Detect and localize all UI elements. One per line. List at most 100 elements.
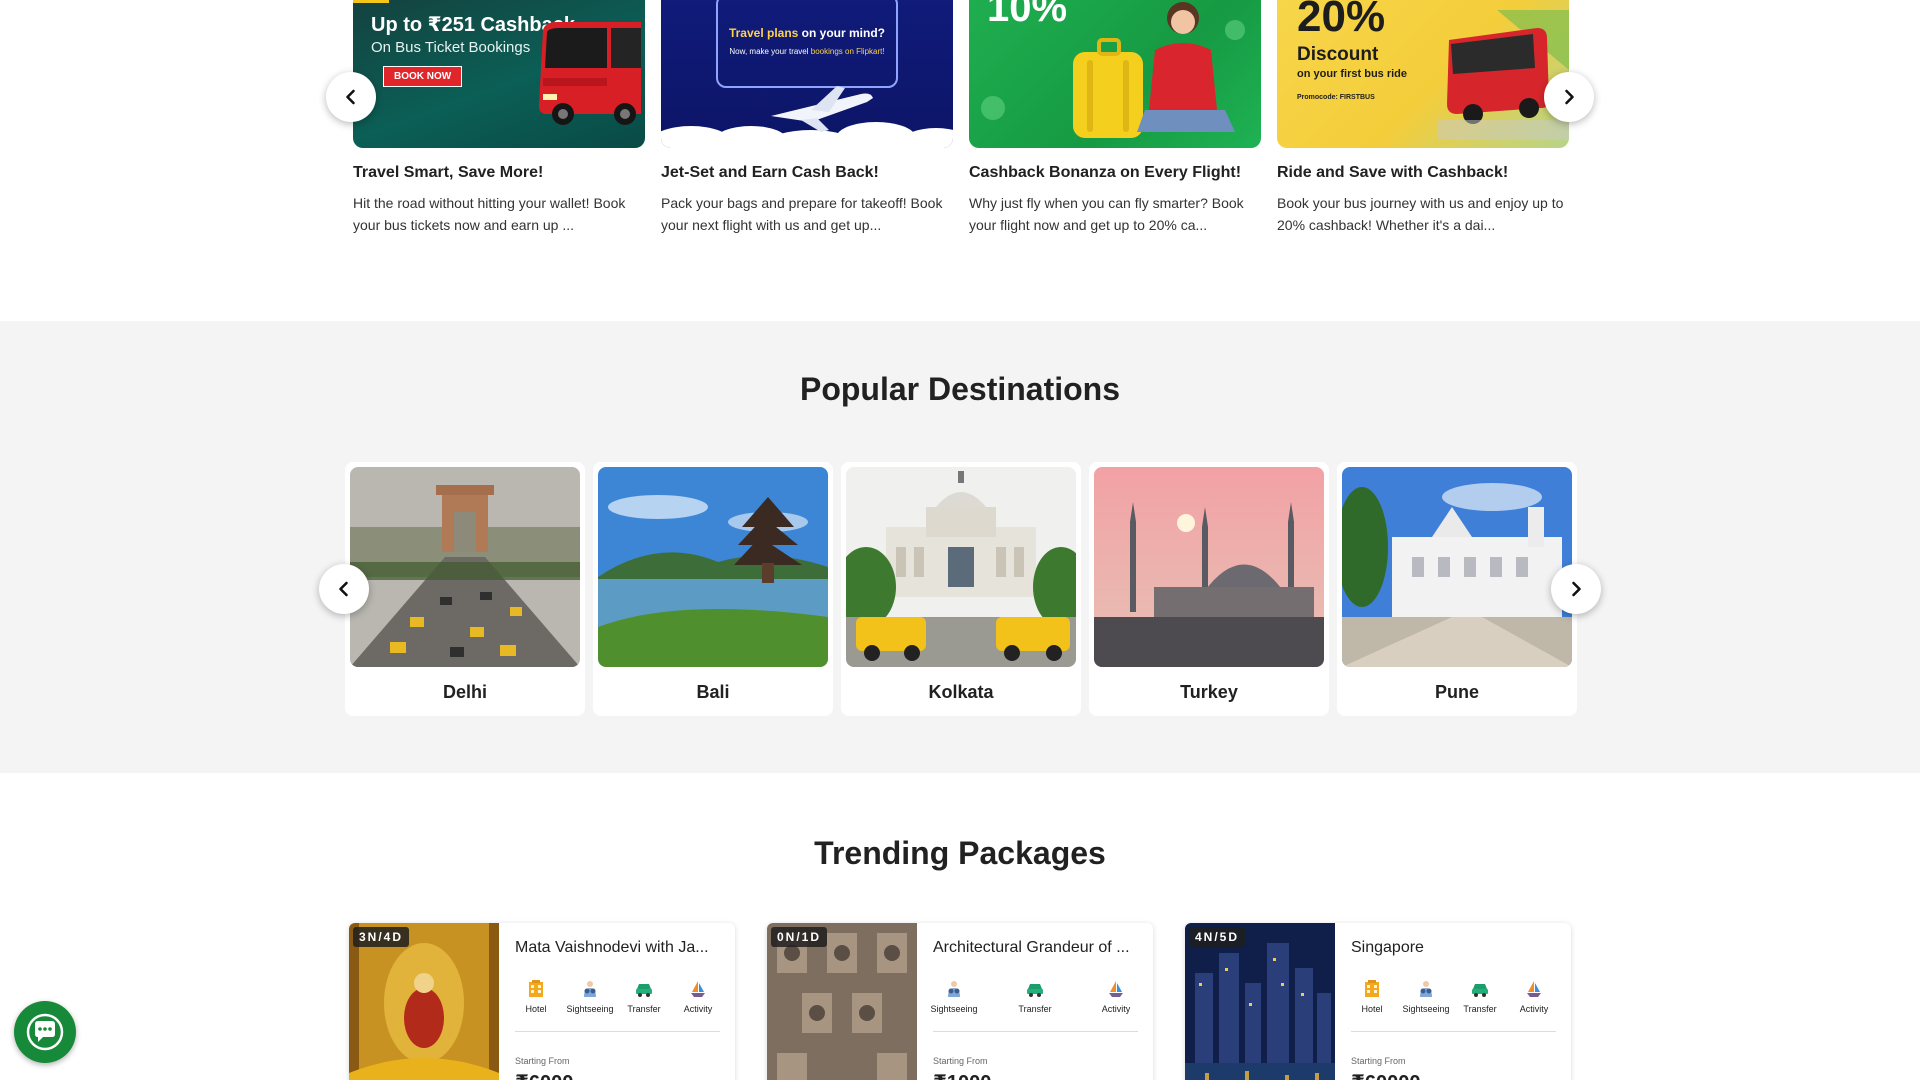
offer-card[interactable]: 10% Cashback Bonanza on Every Flight! Wh… [969,0,1261,236]
destination-image [598,467,828,667]
destination-card-kolkata[interactable]: Kolkata [841,462,1081,716]
amenity-sightseeing: Sightseeing [927,979,981,1019]
amenity-label: Activity [1101,1004,1131,1014]
amenity-label: Activity [1519,1004,1549,1014]
destination-name: Kolkata [928,682,994,702]
hotel-icon [1365,980,1379,997]
amenity-hotel: Hotel [509,979,563,1019]
banner-promocode: Promocode: FIRSTBUS [1297,94,1375,101]
starting-from-label: Starting From [515,1056,570,1066]
chat-support-button[interactable] [14,1001,76,1063]
amenity-activity: Activity [1507,979,1561,1019]
hotel-icon [529,980,543,997]
offer-title[interactable]: Travel Smart, Save More! [353,164,645,182]
binoculars-icon [584,981,596,997]
ticket-outline [716,0,898,88]
amenity-label: Transfer [627,1004,661,1014]
package-card[interactable]: 4N/5D Singapore Hotel Sightseeing Transf… [1185,923,1571,1080]
offer-title[interactable]: Ride and Save with Cashback! [1277,164,1569,182]
destination-card-delhi[interactable]: Delhi [345,462,585,716]
plane-and-clouds-illustration [661,86,953,148]
bus-illustration [1437,10,1569,140]
duration-badge: 3N/4D [353,927,410,947]
amenities-row: Sightseeing Transfer Activity [927,979,1143,1019]
offer-banner-first-bus-ride[interactable]: 20% Discount on your first bus ride Prom… [1277,0,1569,148]
chevron-left-icon [339,581,348,597]
package-price: ₹6000 [515,1070,573,1080]
banner-headline-highlight: Travel plans [728,26,799,40]
package-title[interactable]: Singapore [1351,939,1556,957]
offers-prev-button[interactable] [326,72,376,122]
duration-badge: 0N/1D [771,927,828,947]
offer-card[interactable]: Travel plans on your mind? Now, make you… [661,0,953,236]
offer-banner-flight-cashback[interactable]: 10% [969,0,1261,148]
offer-banner-flight-plans[interactable]: Travel plans on your mind? Now, make you… [661,0,953,148]
banner-subline-rest: Now, make your travel [729,47,811,56]
offer-title[interactable]: Jet-Set and Earn Cash Back! [661,164,953,182]
amenity-label: Sightseeing [1402,1004,1450,1014]
sailboat-icon [1527,981,1541,997]
destination-name: Turkey [1180,682,1238,702]
amenity-label: Sightseeing [930,1004,978,1014]
bus-illustration [539,22,641,125]
book-now-button[interactable]: BOOK NOW [383,66,463,87]
package-card[interactable]: 0N/1D Architectural Grandeur of ... Sigh… [767,923,1153,1080]
package-price: ₹60000 [1351,1070,1421,1080]
sailboat-icon [691,981,705,997]
amenity-label: Hotel [1361,1004,1383,1014]
banner-headline: Travel plans on your mind? [661,26,953,40]
offer-card[interactable]: Up to ₹251 Cashback On Bus Ticket Bookin… [353,0,645,236]
amenity-label: Activity [683,1004,713,1014]
banner-accent [353,0,389,3]
amenity-label: Hotel [525,1004,547,1014]
offer-banner-bus-cashback[interactable]: Up to ₹251 Cashback On Bus Ticket Bookin… [353,0,645,148]
amenity-label: Sightseeing [566,1004,614,1014]
divider [515,1031,720,1032]
car-icon [1472,984,1488,997]
amenity-activity: Activity [1089,979,1143,1019]
destination-card-pune[interactable]: Pune [1337,462,1577,716]
package-image: 3N/4D [349,923,499,1080]
chevron-right-icon [1565,89,1574,105]
package-title[interactable]: Mata Vaishnodevi with Ja... [515,939,720,957]
car-icon [1027,984,1043,997]
offer-description: Book your bus journey with us and enjoy … [1277,195,1564,233]
package-title[interactable]: Architectural Grandeur of ... [933,939,1138,957]
starting-from-label: Starting From [933,1056,988,1066]
destination-image [1342,467,1572,667]
binoculars-icon [948,981,960,997]
banner-subline: Now, make your travel bookings on Flipka… [661,47,953,56]
destinations-prev-button[interactable] [319,564,369,614]
banner-subline: On Bus Ticket Bookings [371,39,531,56]
offer-card[interactable]: 20% Discount on your first bus ride Prom… [1277,0,1569,236]
destination-card-turkey[interactable]: Turkey [1089,462,1329,716]
banner-subline-highlight: bookings on Flipkart! [810,47,885,56]
offers-next-button[interactable] [1544,72,1594,122]
amenity-sightseeing: Sightseeing [563,979,617,1019]
amenities-row: Hotel Sightseeing Transfer Activity [509,979,725,1019]
banner-subline: on your first bus ride [1297,68,1408,80]
amenity-label: Transfer [1463,1004,1497,1014]
duration-badge: 4N/5D [1189,927,1246,947]
package-image: 0N/1D [767,923,917,1080]
amenity-sightseeing: Sightseeing [1399,979,1453,1019]
destination-image [846,467,1076,667]
amenity-label: Transfer [1018,1004,1052,1014]
destination-card-bali[interactable]: Bali [593,462,833,716]
offer-title[interactable]: Cashback Bonanza on Every Flight! [969,164,1261,182]
amenity-activity: Activity [671,979,725,1019]
destination-image [350,467,580,667]
section-title: Trending Packages [814,835,1106,871]
traveler-with-suitcase-illustration [981,2,1245,138]
amenity-transfer: Transfer [1008,979,1062,1019]
chevron-right-icon [1572,581,1581,597]
destination-image [1094,467,1324,667]
destinations-next-button[interactable] [1551,564,1601,614]
offers-section: Up to ₹251 Cashback On Bus Ticket Bookin… [0,0,1920,321]
package-image: 4N/5D [1185,923,1335,1080]
amenity-hotel: Hotel [1345,979,1399,1019]
trending-packages-section: Trending Packages 3N/4D Mata Vaishnodevi… [0,773,1920,1080]
package-card[interactable]: 3N/4D Mata Vaishnodevi with Ja... Hotel … [349,923,735,1080]
divider [1351,1031,1556,1032]
binoculars-icon [1420,981,1432,997]
